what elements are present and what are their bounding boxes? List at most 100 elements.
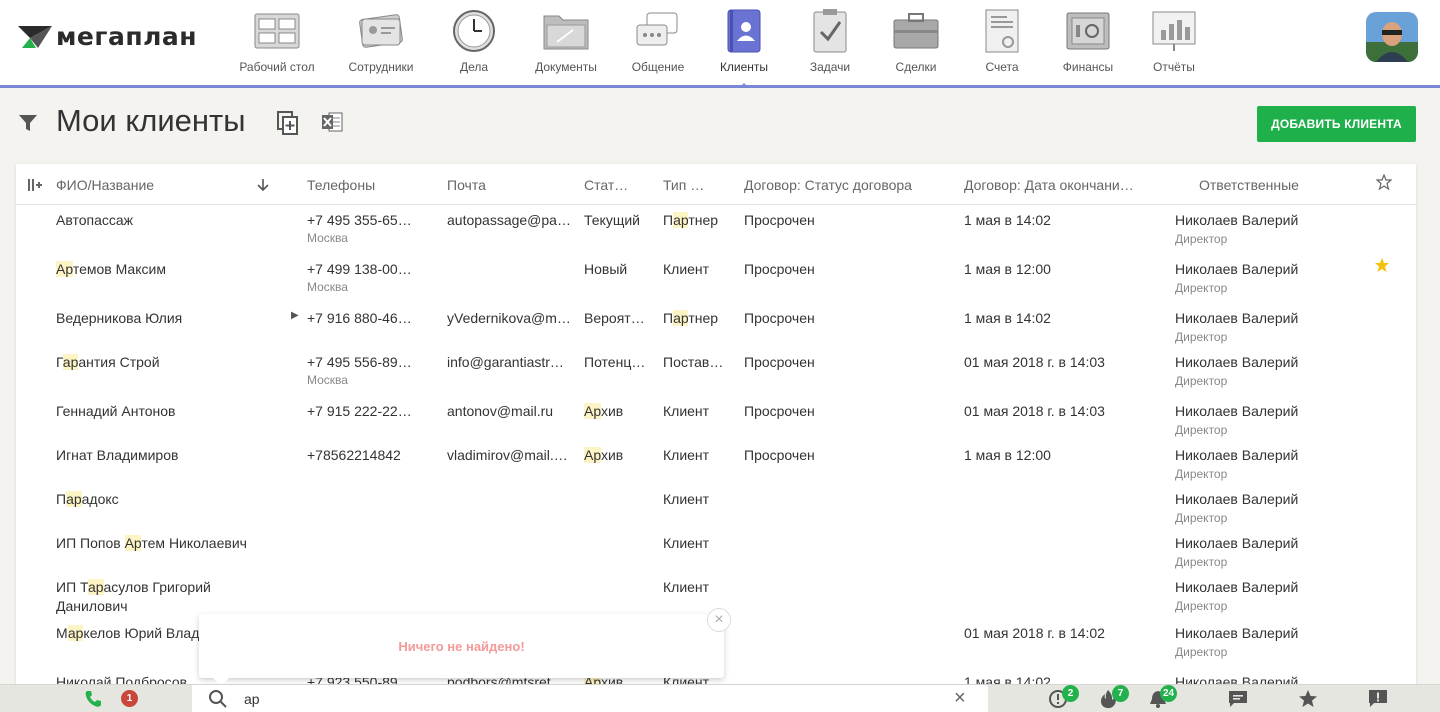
expand-arrow-icon[interactable]: ▶ [291, 310, 299, 321]
client-name[interactable]: Игнат Владимиров [56, 447, 178, 463]
search-box: × [192, 685, 988, 712]
client-email[interactable]: vladimirov@mail.… [447, 447, 568, 463]
header-phones[interactable]: Телефоны [307, 177, 375, 193]
not-found-message: Ничего не найдено! [398, 639, 525, 654]
client-name[interactable]: ИП Тарасулов Григорий [56, 579, 211, 595]
search-input[interactable] [244, 689, 944, 709]
header-responsible[interactable]: Ответственные [1199, 177, 1299, 193]
responsible-role: Директор [1175, 599, 1228, 613]
favorite-star-icon[interactable] [1374, 257, 1390, 278]
table-row[interactable]: Парадокс Клиент Николаев Валерий Директор [16, 485, 1416, 529]
responsible-role: Директор [1175, 232, 1228, 246]
nav-item-tasks[interactable]: Задачи [792, 0, 868, 85]
logo[interactable]: мегаплан [16, 22, 197, 51]
sort-desc-icon[interactable] [256, 178, 270, 197]
feedback-icon[interactable] [1366, 685, 1390, 712]
search-icon[interactable] [208, 689, 228, 712]
messages-icon[interactable] [1226, 685, 1250, 712]
header-contract-status[interactable]: Договор: Статус договора [744, 177, 912, 193]
nav-item-reports[interactable]: Отчёты [1136, 0, 1212, 85]
client-name[interactable]: Парадокс [56, 491, 119, 507]
header-contract-end[interactable]: Договор: Дата окончани… [964, 177, 1134, 193]
client-phone[interactable]: +7 499 138-00… [307, 261, 412, 277]
nav-item-desktop[interactable]: Рабочий стол [228, 0, 326, 85]
nav-item-deals[interactable]: Сделки [868, 0, 964, 85]
client-name[interactable]: Гарантия Строй [56, 354, 160, 370]
nav-item-communication[interactable]: Общение [620, 0, 696, 85]
header-email[interactable]: Почта [447, 177, 486, 193]
client-type: Партнер [663, 310, 719, 326]
client-name[interactable]: Маркелов Юрий Влад [56, 625, 199, 641]
client-name[interactable]: ИП Попов Артем Николаевич [56, 535, 247, 551]
alerts-badge[interactable]: 2 [1062, 685, 1079, 702]
client-phone[interactable]: +7 495 355-65… [307, 212, 412, 228]
contract-end-date: 1 мая в 12:00 [964, 261, 1051, 277]
responsible-name: Николаев Валерий [1175, 354, 1299, 370]
nav-item-clients[interactable]: Клиенты [696, 0, 792, 88]
column-settings-icon[interactable] [28, 178, 42, 197]
responsible-role: Директор [1175, 467, 1228, 481]
responsible-name: Николаев Валерий [1175, 403, 1299, 419]
table-row[interactable]: Ведерникова Юлия +7 916 880-46… yVederniko… [16, 304, 1416, 348]
table-row[interactable]: ИП Попов Артем Николаевич Клиент Николаев … [16, 529, 1416, 573]
table-row[interactable]: Гарантия Строй +7 495 556-89… info@garanti… [16, 348, 1416, 392]
nav-item-finance[interactable]: Финансы [1040, 0, 1136, 85]
client-phone[interactable]: +7 915 222-22… [307, 403, 412, 419]
header-type[interactable]: Тип … [663, 177, 704, 193]
client-name[interactable]: Геннадий Антонов [56, 403, 175, 419]
client-status: Потенц… [584, 354, 646, 370]
nav-item-tasks-calendar[interactable]: Дела [436, 0, 512, 85]
nav-label: Сделки [895, 60, 937, 74]
client-email[interactable]: info@garantiastr… [447, 354, 564, 370]
table-row[interactable]: Автопассаж +7 495 355-65… autopassage@pa… Т… [16, 206, 1416, 250]
responsible-role: Директор [1175, 374, 1228, 388]
client-name[interactable]: Автопассаж [56, 212, 133, 228]
client-phone[interactable]: +78562214842 [307, 447, 401, 463]
filter-icon[interactable] [18, 114, 38, 137]
header-name[interactable]: ФИО/Название [56, 177, 154, 193]
client-name[interactable]: Артемов Максим [56, 261, 166, 277]
search-result-popup: Ничего не найдено! × [199, 608, 731, 686]
favorite-column-icon[interactable] [1375, 173, 1393, 195]
chat-icon [634, 8, 682, 54]
client-status: Текущий [584, 212, 640, 228]
client-email[interactable]: yVedernikova@m… [447, 310, 571, 326]
table-row[interactable]: Артемов Максим +7 499 138-00… Новый Клиент П… [16, 255, 1416, 299]
excel-export-icon[interactable] [321, 111, 343, 138]
nav-item-invoices[interactable]: Счета [964, 0, 1040, 85]
nav-label: Счета [985, 60, 1019, 74]
copy-icon[interactable] [277, 111, 299, 140]
responsible-name: Николаев Валерий [1175, 447, 1299, 463]
hot-badge[interactable]: 7 [1112, 685, 1129, 702]
contract-status: Просрочен [744, 447, 815, 463]
client-phone[interactable]: +7 495 556-89… [307, 354, 412, 370]
clear-search-icon[interactable]: × [954, 688, 966, 708]
top-navigation-bar: мегаплан Рабочий стол Сотрудники Дела До… [0, 0, 1440, 88]
nav-item-documents[interactable]: Документы [512, 0, 620, 85]
user-avatar[interactable] [1366, 12, 1418, 62]
table-row[interactable]: Игнат Владимиров +78562214842 vladimirov@m… [16, 441, 1416, 485]
client-email[interactable]: autopassage@pa… [447, 212, 571, 228]
phone-icon[interactable] [78, 685, 108, 712]
client-name-line2[interactable]: Данилович [56, 598, 127, 614]
bottom-bar: 1 × 2 7 24 [0, 684, 1440, 712]
client-city: Москва [307, 280, 348, 294]
nav-label: Финансы [1062, 60, 1114, 74]
notification-badge[interactable]: 1 [121, 690, 138, 707]
client-name[interactable]: Ведерникова Юлия [56, 310, 182, 326]
table-row[interactable]: Геннадий Антонов +7 915 222-22… antonov@ma… [16, 397, 1416, 441]
table-header: ФИО/Название Телефоны Почта Стат… Тип … … [16, 164, 1416, 205]
popup-close-button[interactable]: × [707, 608, 731, 632]
nav-item-employees[interactable]: Сотрудники [326, 0, 436, 85]
briefcase-icon [892, 8, 940, 54]
add-client-button[interactable]: ДОБАВИТЬ КЛИЕНТА [1257, 106, 1416, 142]
bell-badge[interactable]: 24 [1160, 685, 1178, 702]
nav-label: Клиенты [719, 60, 769, 74]
invoice-icon [978, 8, 1026, 54]
favorites-icon[interactable] [1296, 685, 1320, 712]
nav-label: Общение [631, 60, 685, 74]
nav-label: Задачи [809, 60, 851, 74]
header-status[interactable]: Стат… [584, 177, 628, 193]
client-phone[interactable]: +7 916 880-46… [307, 310, 412, 326]
client-email[interactable]: antonov@mail.ru [447, 403, 553, 419]
